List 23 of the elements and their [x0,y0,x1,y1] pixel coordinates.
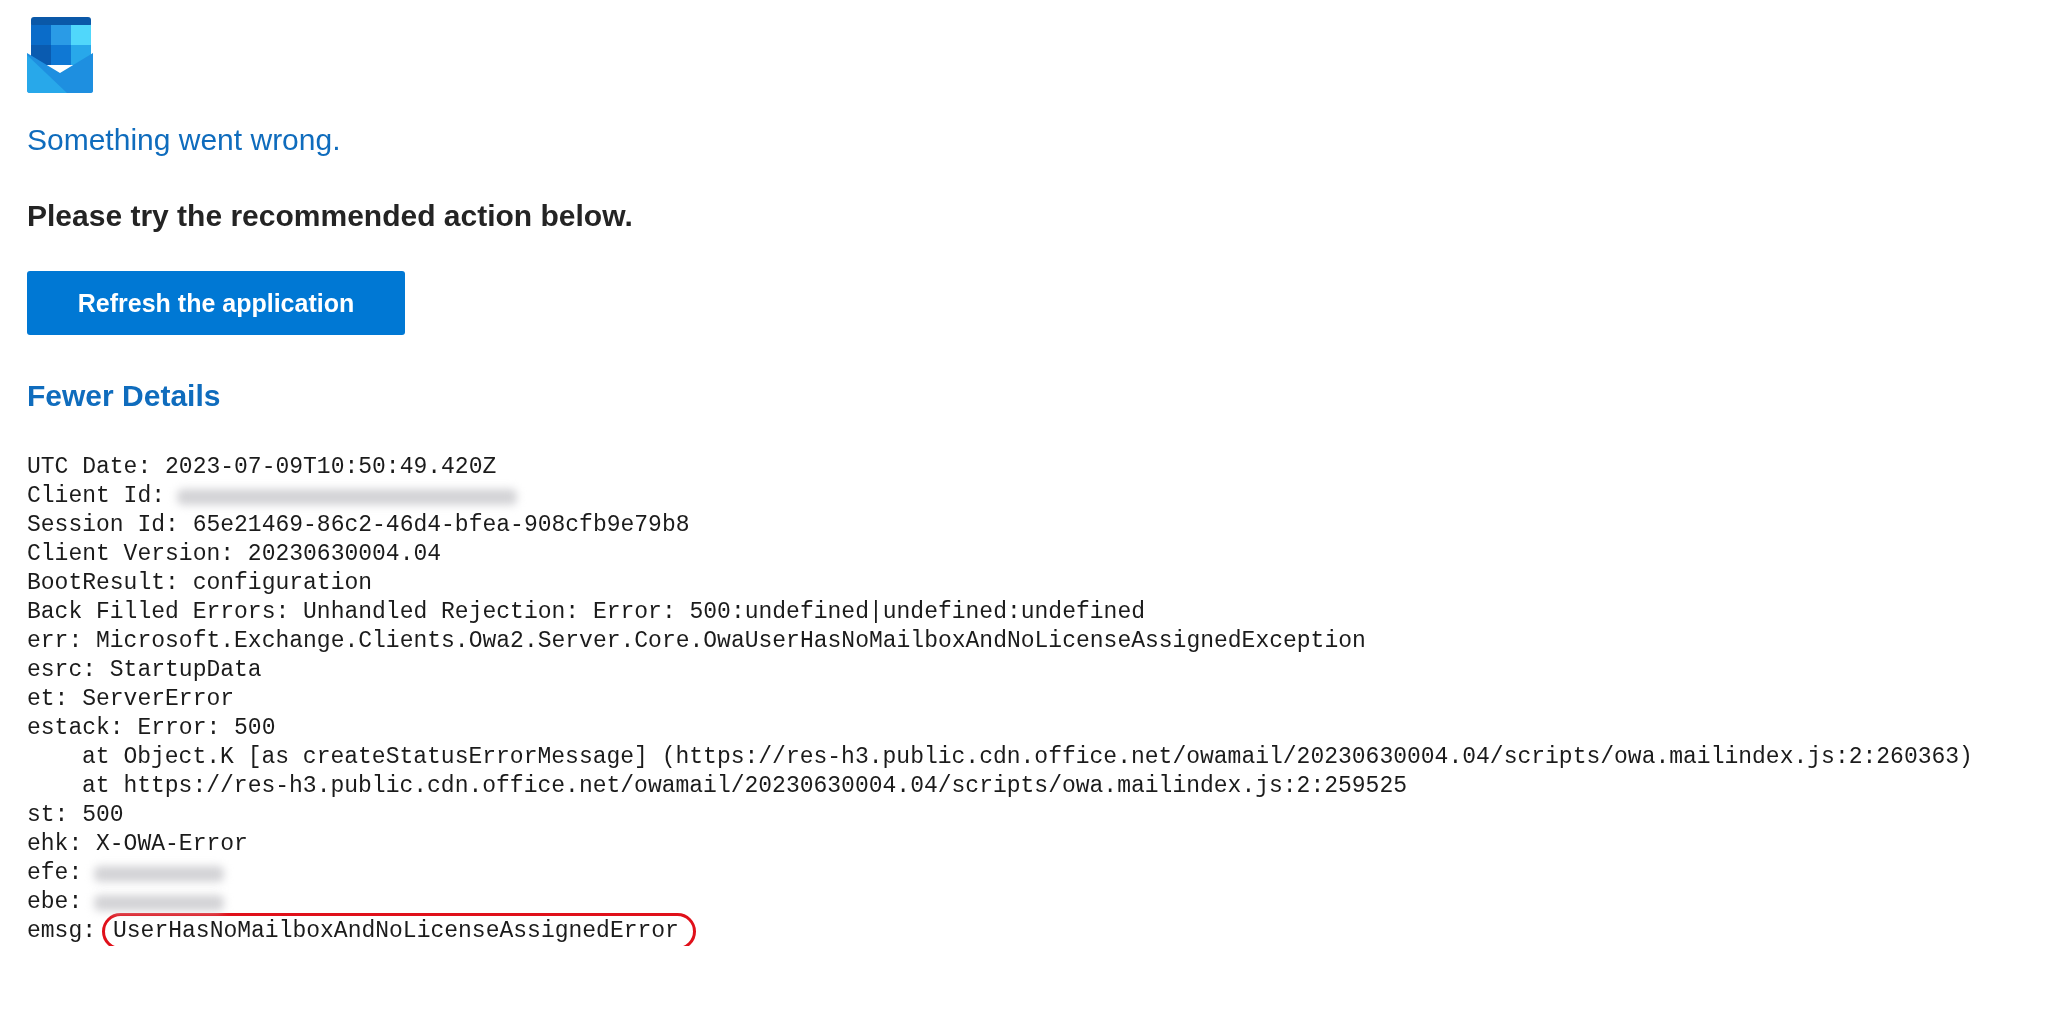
detail-line: emsg: [27,917,96,946]
detail-line: Client Version: 20230630004.04 [27,540,442,569]
detail-line: ehk: X-OWA-Error [27,830,248,859]
detail-line: Session Id: 65e21469-86c2-46d4-bfea-908cfb9e79b8 [27,511,690,540]
detail-line: efe: [27,859,83,888]
details-toggle-link[interactable]: Fewer Details [27,379,221,413]
detail-line: Back Filled Errors: Unhandled Rejection: Error: 500:undefined|undefined:undefined [27,598,1145,627]
stack-frame-line: at Object.K [as createStatusErrorMessage] (https://res-h3.public.cdn.office.net/owamail/20230630004.04/scripts/owa.mailindex.js:2:260363) [82,743,1973,772]
detail-line: estack: Error: 500 [27,714,276,743]
error-title: Something went wrong. [27,123,341,157]
detail-line: esrc: StartupData [27,656,262,685]
stack-frame-line: at https://res-h3.public.cdn.office.net/owamail/20230630004.04/scripts/owa.mailindex.js:2:259525 [82,772,1407,801]
detail-line: ebe: [27,888,83,917]
mail-app-logo-icon [27,15,93,93]
detail-line: et: ServerError [27,685,235,714]
instruction-heading: Please try the recommended action below. [27,199,633,233]
detail-line: Client Id: [27,482,166,511]
detail-line: err: Microsoft.Exchange.Clients.Owa2.Server.Core.OwaUserHasNoMailboxAndNoLicenseAssignedException [27,627,1366,656]
detail-line: BootResult: configuration [27,569,373,598]
detail-line: st: 500 [27,801,124,830]
refresh-button[interactable]: Refresh the application [27,271,405,335]
circled-error-message: UserHasNoMailboxAndNoLicenseAssignedError [102,913,696,946]
detail-line: UTC Date: 2023-07-09T10:50:49.420Z [27,453,497,482]
